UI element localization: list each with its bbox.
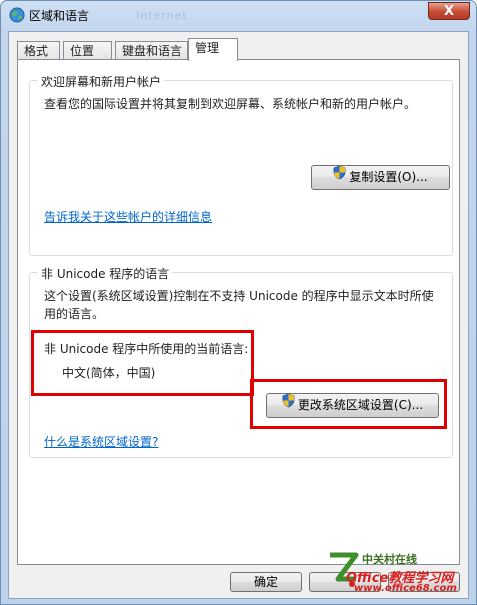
region-language-dialog: 区域和语言 Internet X 格式 位置 键盘和语言 管理 欢迎屏幕和新用户…: [0, 0, 477, 605]
dialog-client-area: 格式 位置 键盘和语言 管理 欢迎屏幕和新用户帐户 查看您的国际设置并将其复制到…: [8, 31, 469, 599]
window-title: 区域和语言: [29, 9, 90, 23]
tab-panel-administrative: 欢迎屏幕和新用户帐户 查看您的国际设置并将其复制到欢迎屏幕、系统帐户和新的用户帐…: [17, 59, 460, 565]
tab-keyboards-languages[interactable]: 键盘和语言: [115, 41, 188, 60]
tab-administrative[interactable]: 管理: [188, 38, 238, 61]
site-watermark: 中关村在线 Office教程学习网 www.office68.com: [326, 547, 471, 597]
copy-settings-button[interactable]: 复制设置(O)...: [311, 165, 450, 190]
welcome-group-title: 欢迎屏幕和新用户帐户: [38, 73, 165, 90]
close-icon: X: [443, 4, 455, 19]
welcome-screen-group: 欢迎屏幕和新用户帐户 查看您的国际设置并将其复制到欢迎屏幕、系统帐户和新的用户帐…: [29, 73, 453, 256]
tab-formats[interactable]: 格式: [17, 41, 60, 60]
ok-button[interactable]: 确定: [230, 572, 302, 592]
close-button[interactable]: X: [428, 2, 470, 20]
non-unicode-description: 这个设置(系统区域设置)控制在不支持 Unicode 的程序中显示文本时所使用的…: [44, 289, 434, 321]
watermark-url: www.office68.com: [354, 583, 457, 594]
watermark-cn-text: 中关村在线: [362, 553, 417, 566]
non-unicode-group-title: 非 Unicode 程序的语言: [38, 265, 173, 282]
globe-icon: [9, 7, 25, 23]
tab-location[interactable]: 位置: [63, 41, 112, 60]
change-locale-highlight: [250, 379, 447, 429]
accounts-details-link[interactable]: 告诉我关于这些帐户的详细信息: [44, 208, 212, 225]
title-ghost-text: Internet: [136, 9, 188, 22]
what-is-system-locale-link[interactable]: 什么是系统区域设置?: [44, 433, 158, 450]
title-bar[interactable]: 区域和语言 Internet X: [1, 1, 476, 29]
copy-settings-label: 复制设置(O)...: [349, 170, 428, 184]
shield-icon: [333, 165, 346, 188]
welcome-description: 查看您的国际设置并将其复制到欢迎屏幕、系统帐户和新的用户帐户。: [44, 97, 417, 111]
current-language-highlight: [31, 330, 254, 396]
